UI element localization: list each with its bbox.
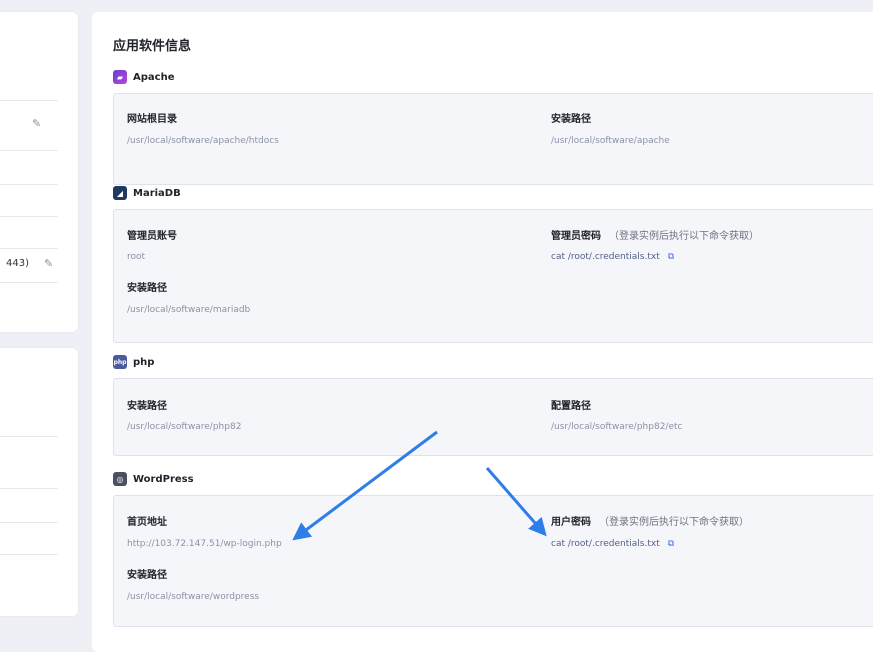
user-password-label-text: 用户密码 [551, 517, 591, 528]
apache-panel: 网站根目录 /usr/local/software/apache/htdocs … [113, 93, 873, 185]
divider [0, 436, 58, 437]
password-note: （登录实例后执行以下命令获取） [609, 231, 759, 242]
wordpress-logo-icon: ◎ [113, 472, 127, 486]
wordpress-install-label: 安装路径 [127, 570, 167, 581]
mariadb-password-command: cat /root/.credentials.txt ⧉ [551, 252, 674, 262]
left-secondary-card [0, 348, 78, 616]
user-password-command-text: cat /root/.credentials.txt [551, 539, 660, 549]
wordpress-install-value: /usr/local/software/wordpress [127, 592, 260, 602]
php-logo-icon: php [113, 355, 127, 369]
php-name: php [133, 356, 155, 368]
divider [0, 554, 58, 555]
php-install-label: 安装路径 [127, 401, 167, 412]
home-url-value[interactable]: http://103.72.147.51/wp-login.php [127, 539, 282, 549]
wordpress-name: WordPress [133, 473, 194, 485]
apache-logo-icon: ▰ [113, 70, 127, 84]
apache-section-header: ▰ Apache [113, 70, 174, 84]
divider [0, 248, 58, 249]
mariadb-logo-icon: ◢ [113, 186, 127, 200]
edit-icon[interactable]: ✎ [44, 258, 56, 270]
apache-install-label: 安装路径 [551, 114, 591, 125]
wordpress-password-label: 用户密码 （登录实例后执行以下命令获取） [551, 513, 749, 528]
docroot-value: /usr/local/software/apache/htdocs [127, 136, 279, 146]
wordpress-password-command: cat /root/.credentials.txt ⧉ [551, 539, 674, 549]
divider [0, 488, 58, 489]
php-config-value: /usr/local/software/php82/etc [551, 422, 683, 432]
left-info-card: ✎ 443) ✎ [0, 12, 78, 332]
divider [0, 150, 58, 151]
copy-icon[interactable]: ⧉ [668, 252, 674, 262]
page-title: 应用软件信息 [113, 39, 192, 54]
apache-install-value: /usr/local/software/apache [551, 136, 670, 146]
apache-name: Apache [133, 71, 175, 83]
password-label-text: 管理员密码 [551, 231, 601, 242]
app-software-info-card: 应用软件信息 ▰ Apache 网站根目录 /usr/local/softwar… [92, 12, 873, 652]
mariadb-password-label: 管理员密码 （登录实例后执行以下命令获取） [551, 227, 759, 242]
divider [0, 184, 58, 185]
edit-icon[interactable]: ✎ [32, 118, 44, 130]
mariadb-panel: 管理员账号 root 管理员密码 （登录实例后执行以下命令获取） cat /roo… [113, 209, 873, 343]
divider [0, 100, 58, 101]
user-password-note: （登录实例后执行以下命令获取） [599, 517, 749, 528]
mariadb-section-header: ◢ MariaDB [113, 186, 181, 200]
copy-icon[interactable]: ⧉ [668, 539, 674, 549]
mariadb-install-value: /usr/local/software/mariadb [127, 305, 251, 315]
wordpress-panel: 首页地址 http://103.72.147.51/wp-login.php 用… [113, 495, 873, 627]
mariadb-install-label: 安装路径 [127, 283, 167, 294]
divider [0, 282, 58, 283]
admin-value: root [127, 252, 146, 262]
php-install-value: /usr/local/software/php82 [127, 422, 242, 432]
home-url-label: 首页地址 [127, 517, 167, 528]
mariadb-name: MariaDB [133, 187, 181, 199]
php-panel: 安装路径 /usr/local/software/php82 配置路径 /usr… [113, 378, 873, 456]
docroot-label: 网站根目录 [127, 114, 177, 125]
admin-label: 管理员账号 [127, 231, 177, 242]
divider [0, 216, 58, 217]
wordpress-section-header: ◎ WordPress [113, 472, 194, 486]
php-section-header: php php [113, 355, 154, 369]
divider [0, 522, 58, 523]
php-config-label: 配置路径 [551, 401, 591, 412]
port-text: 443) [6, 258, 29, 269]
password-command-text: cat /root/.credentials.txt [551, 252, 660, 262]
